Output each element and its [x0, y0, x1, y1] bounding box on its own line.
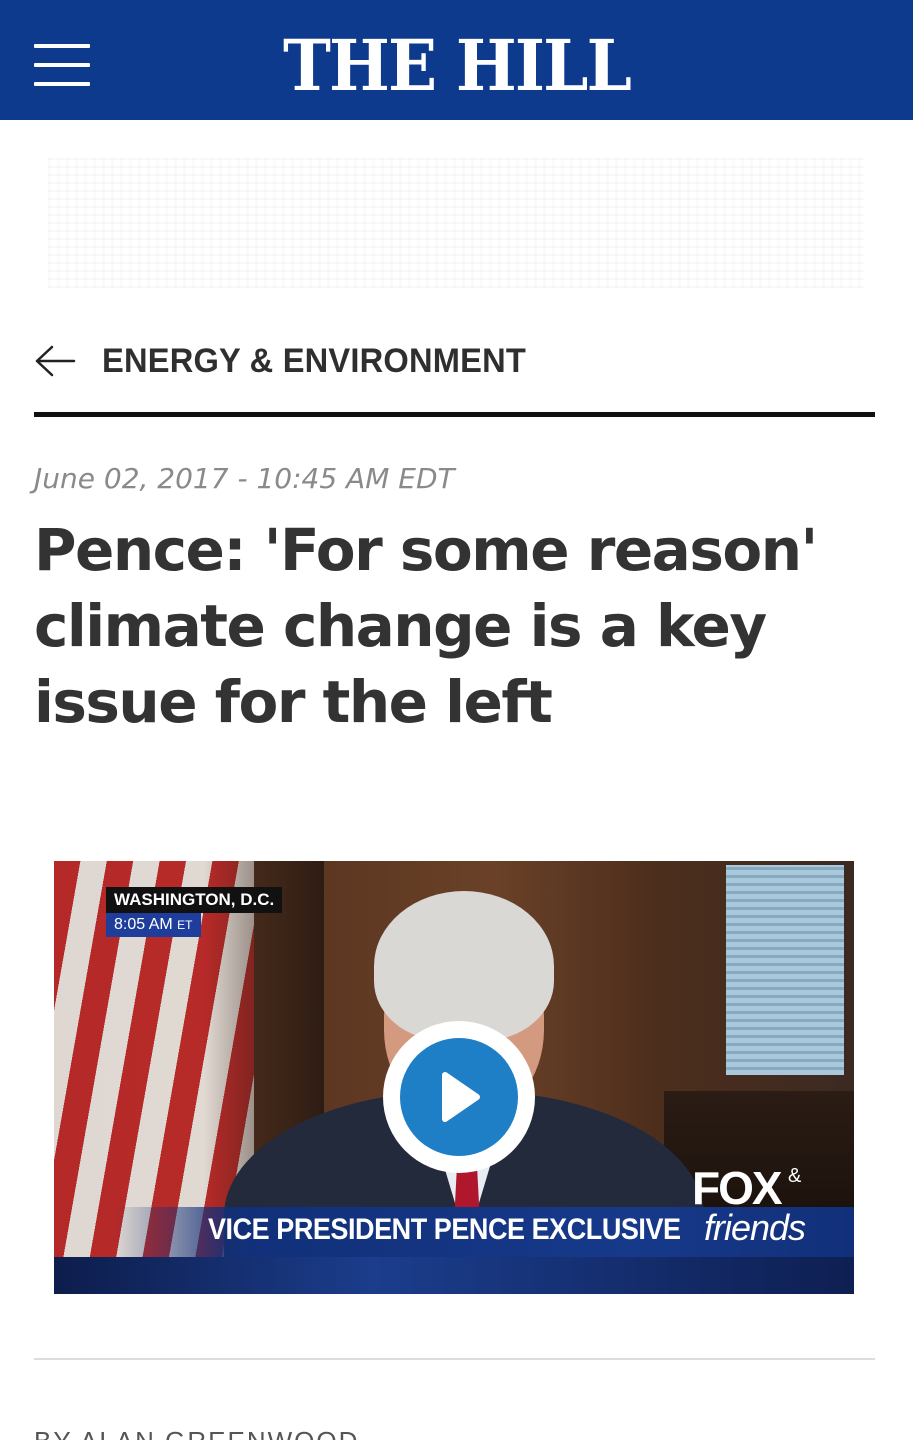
content-divider	[34, 1358, 875, 1360]
arrow-left-icon[interactable]	[34, 344, 76, 378]
play-button-inner[interactable]	[400, 1038, 518, 1156]
person-hair	[374, 891, 554, 1041]
section-nav[interactable]: ENERGY & ENVIRONMENT	[34, 336, 544, 386]
site-header: THE HILL	[0, 0, 913, 120]
play-button[interactable]	[383, 1021, 535, 1173]
window-background	[726, 865, 844, 1075]
article-byline[interactable]: BY ALAN GREENWOOD	[34, 1426, 359, 1440]
time-zone: ET	[177, 918, 193, 932]
section-divider	[34, 412, 875, 417]
article-headline: Pence: 'For some reason' climate change …	[34, 516, 818, 736]
location-time: 8:05 AM ET	[106, 913, 201, 937]
play-icon[interactable]	[435, 1069, 483, 1125]
section-label[interactable]: ENERGY & ENVIRONMENT	[102, 342, 526, 381]
lower-third-banner: VICE PRESIDENT PENCE EXCLUSIVE FOX & fri…	[54, 1162, 854, 1294]
location-bug: WASHINGTON, D.C. 8:05 AM ET	[106, 887, 283, 937]
ad-placeholder	[48, 158, 864, 288]
article-timestamp: June 02, 2017 - 10:45 AM EDT	[34, 462, 455, 495]
site-logo[interactable]: THE HILL	[37, 26, 877, 106]
banner-bottom	[54, 1257, 854, 1294]
time-value: 8:05 AM	[114, 916, 173, 933]
channel-logo-friends: friends	[704, 1207, 806, 1248]
lower-third-text: VICE PRESIDENT PENCE EXCLUSIVE	[208, 1213, 681, 1246]
channel-logo-amp: &	[788, 1165, 802, 1187]
location-city: WASHINGTON, D.C.	[106, 887, 283, 913]
video-player[interactable]: WASHINGTON, D.C. 8:05 AM ET VICE PRESIDE…	[54, 861, 854, 1294]
